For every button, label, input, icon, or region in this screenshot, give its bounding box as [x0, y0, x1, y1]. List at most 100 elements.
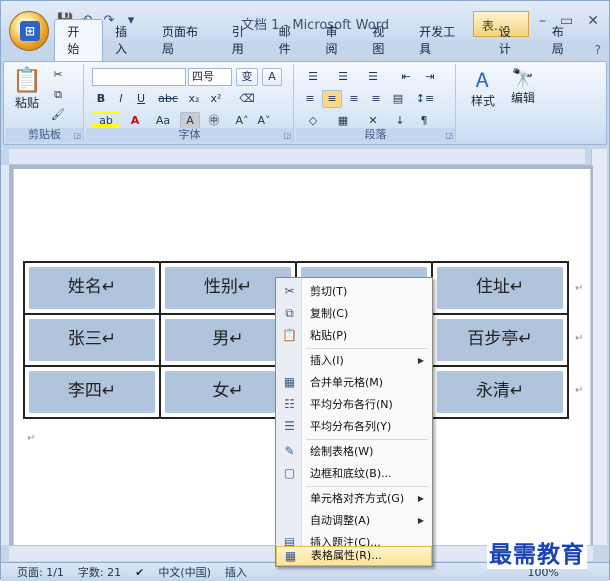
- context-menu: ✂ 剪切(T) ⧉ 复制(C) 📋 粘贴(P) 插入(I) ▶ ▦ 合并单元格(M) ☷ 平…: [275, 277, 433, 567]
- styles-icon: Ꭺ: [476, 68, 490, 92]
- end-of-row-mark: ↵: [575, 385, 584, 396]
- justify-icon[interactable]: ≡: [366, 90, 386, 108]
- align-left-icon[interactable]: ≡: [300, 90, 320, 108]
- menu-item-cut[interactable]: ✂ 剪切(T): [276, 281, 432, 303]
- tab-home[interactable]: 开始: [54, 19, 104, 61]
- vertical-scrollbar[interactable]: [591, 149, 607, 545]
- menu-item-label: 绘制表格(W): [310, 445, 374, 458]
- cell-text: 百步亭↵: [437, 319, 563, 361]
- ribbon-tabs: 开始 插入 页面布局 引用 邮件 审阅 视图 开发工具 设计 布局 ?: [1, 19, 609, 61]
- language-indicator[interactable]: 中文(中国): [158, 564, 211, 580]
- borders-icon: ▢: [283, 466, 296, 480]
- table-cell[interactable]: 住址↵: [431, 261, 569, 315]
- menu-item-label: 复制(C): [310, 307, 349, 320]
- paste-button[interactable]: 📋 粘贴: [10, 66, 44, 111]
- menu-separator: [306, 486, 428, 487]
- decrease-indent-icon[interactable]: ⇤: [396, 68, 416, 86]
- menu-item-label: 粘贴(P): [310, 329, 348, 342]
- paste-label: 粘贴: [14, 96, 39, 110]
- table-cell[interactable]: 姓名↵: [23, 261, 161, 315]
- paragraph-group: ☰ ☰ ☰ ⇤ ⇥ ≡ ≡ ≡ ≡ ▤ ↕≡ ◇ ▦ ✕ ↓ ¶ 段落 ◲: [296, 64, 456, 142]
- menu-item-label: 自动调整(A): [310, 514, 371, 527]
- menu-item-borders-shading[interactable]: ▢ 边框和底纹(B)...: [276, 463, 432, 485]
- menu-separator: [306, 439, 428, 440]
- menu-item-draw-table[interactable]: ✎ 绘制表格(W): [276, 441, 432, 463]
- office-logo-icon: ⊞: [20, 21, 40, 41]
- italic-button[interactable]: I: [112, 90, 130, 108]
- editing-button[interactable]: 🔭 编辑: [506, 68, 540, 106]
- numbering-icon[interactable]: ☰: [330, 68, 356, 86]
- bold-button[interactable]: B: [92, 90, 110, 108]
- underline-button[interactable]: U: [132, 90, 150, 108]
- copy-icon[interactable]: ⧉: [48, 86, 68, 104]
- align-center-icon[interactable]: ≡: [322, 90, 342, 108]
- insert-mode[interactable]: 插入: [225, 564, 247, 580]
- submenu-arrow-icon: ▶: [417, 516, 424, 525]
- character-border-button[interactable]: A: [262, 68, 282, 86]
- editing-group: 🔭 编辑: [504, 64, 544, 142]
- multilevel-list-icon[interactable]: ☰: [360, 68, 386, 86]
- tab-design[interactable]: 设计: [487, 20, 534, 61]
- tab-references[interactable]: 引用: [220, 20, 267, 61]
- tab-developer[interactable]: 开发工具: [407, 20, 477, 61]
- end-of-row-mark: ↵: [575, 283, 584, 294]
- table-cell[interactable]: 永清↵: [431, 365, 569, 419]
- tab-mailings[interactable]: 邮件: [267, 20, 314, 61]
- close-button[interactable]: ✕: [587, 13, 599, 29]
- menu-item-distribute-columns[interactable]: ☰ 平均分布各列(Y): [276, 416, 432, 438]
- font-size-combo[interactable]: 四号: [188, 68, 232, 86]
- increase-indent-icon[interactable]: ⇥: [420, 68, 440, 86]
- menu-item-merge-cells[interactable]: ▦ 合并单元格(M): [276, 372, 432, 394]
- menu-item-paste[interactable]: 📋 粘贴(P): [276, 325, 432, 347]
- bullets-icon[interactable]: ☰: [300, 68, 326, 86]
- font-name-combo[interactable]: [92, 68, 186, 86]
- proofing-icon[interactable]: ✔: [135, 566, 144, 579]
- styles-button[interactable]: Ꭺ 样式: [466, 68, 500, 109]
- draw-table-icon: ✎: [284, 444, 295, 458]
- menu-item-distribute-rows[interactable]: ☷ 平均分布各行(N): [276, 394, 432, 416]
- menu-item-label: 插入(I): [310, 354, 344, 367]
- subscript-button[interactable]: x₂: [184, 90, 204, 108]
- phonetic-guide-button[interactable]: 变: [236, 68, 258, 86]
- dialog-launcher-icon[interactable]: ◲: [73, 131, 81, 140]
- vertical-ruler[interactable]: [1, 165, 9, 545]
- table-cell[interactable]: 百步亭↵: [431, 313, 569, 367]
- editing-label: 编辑: [510, 91, 535, 105]
- distributed-icon[interactable]: ▤: [388, 90, 408, 108]
- office-button[interactable]: ⊞: [9, 11, 49, 51]
- menu-item-copy[interactable]: ⧉ 复制(C): [276, 303, 432, 325]
- styles-group: Ꭺ 样式: [462, 64, 502, 142]
- word-count[interactable]: 字数: 21: [78, 564, 121, 580]
- cell-text: 李四↵: [29, 371, 155, 413]
- table-cell[interactable]: 张三↵: [23, 313, 161, 367]
- page-indicator[interactable]: 页面: 1/1: [17, 564, 64, 580]
- menu-item-insert[interactable]: 插入(I) ▶: [276, 350, 432, 372]
- clear-formatting-icon[interactable]: ⌫: [236, 90, 258, 108]
- distribute-columns-icon: ☰: [284, 419, 295, 433]
- font-dialog-launcher-icon[interactable]: ◲: [283, 131, 291, 140]
- tab-review[interactable]: 审阅: [313, 20, 360, 61]
- font-group: 四号 变 A B I U abc x₂ x² ⌫ ab A Aa A ㊥ A˄ …: [86, 64, 294, 142]
- menu-item-label: 边框和底纹(B)...: [310, 467, 392, 480]
- menu-item-table-properties[interactable]: ▦ 表格属性(R)...: [276, 546, 432, 566]
- cut-icon[interactable]: ✂: [48, 66, 68, 84]
- superscript-button[interactable]: x²: [206, 90, 226, 108]
- tab-layout[interactable]: 布局: [540, 20, 587, 61]
- menu-item-autofit[interactable]: 自动调整(A) ▶: [276, 510, 432, 532]
- line-spacing-icon[interactable]: ↕≡: [412, 90, 438, 108]
- format-painter-icon[interactable]: 🖌: [48, 106, 68, 124]
- tab-view[interactable]: 视图: [360, 20, 407, 61]
- align-right-icon[interactable]: ≡: [344, 90, 364, 108]
- tab-insert[interactable]: 插入: [103, 20, 150, 61]
- paragraph-mark: ↵: [27, 433, 36, 444]
- menu-item-cell-alignment[interactable]: 单元格对齐方式(G) ▶: [276, 488, 432, 510]
- paragraph-dialog-launcher-icon[interactable]: ◲: [445, 131, 453, 140]
- scissors-icon: ✂: [284, 284, 295, 298]
- tab-page-layout[interactable]: 页面布局: [150, 20, 220, 61]
- strikethrough-button[interactable]: abc: [156, 90, 180, 108]
- font-group-label: 字体: [86, 128, 293, 142]
- horizontal-ruler[interactable]: [9, 149, 585, 165]
- styles-label: 样式: [470, 94, 495, 108]
- help-icon[interactable]: ?: [587, 43, 609, 61]
- table-cell[interactable]: 李四↵: [23, 365, 161, 419]
